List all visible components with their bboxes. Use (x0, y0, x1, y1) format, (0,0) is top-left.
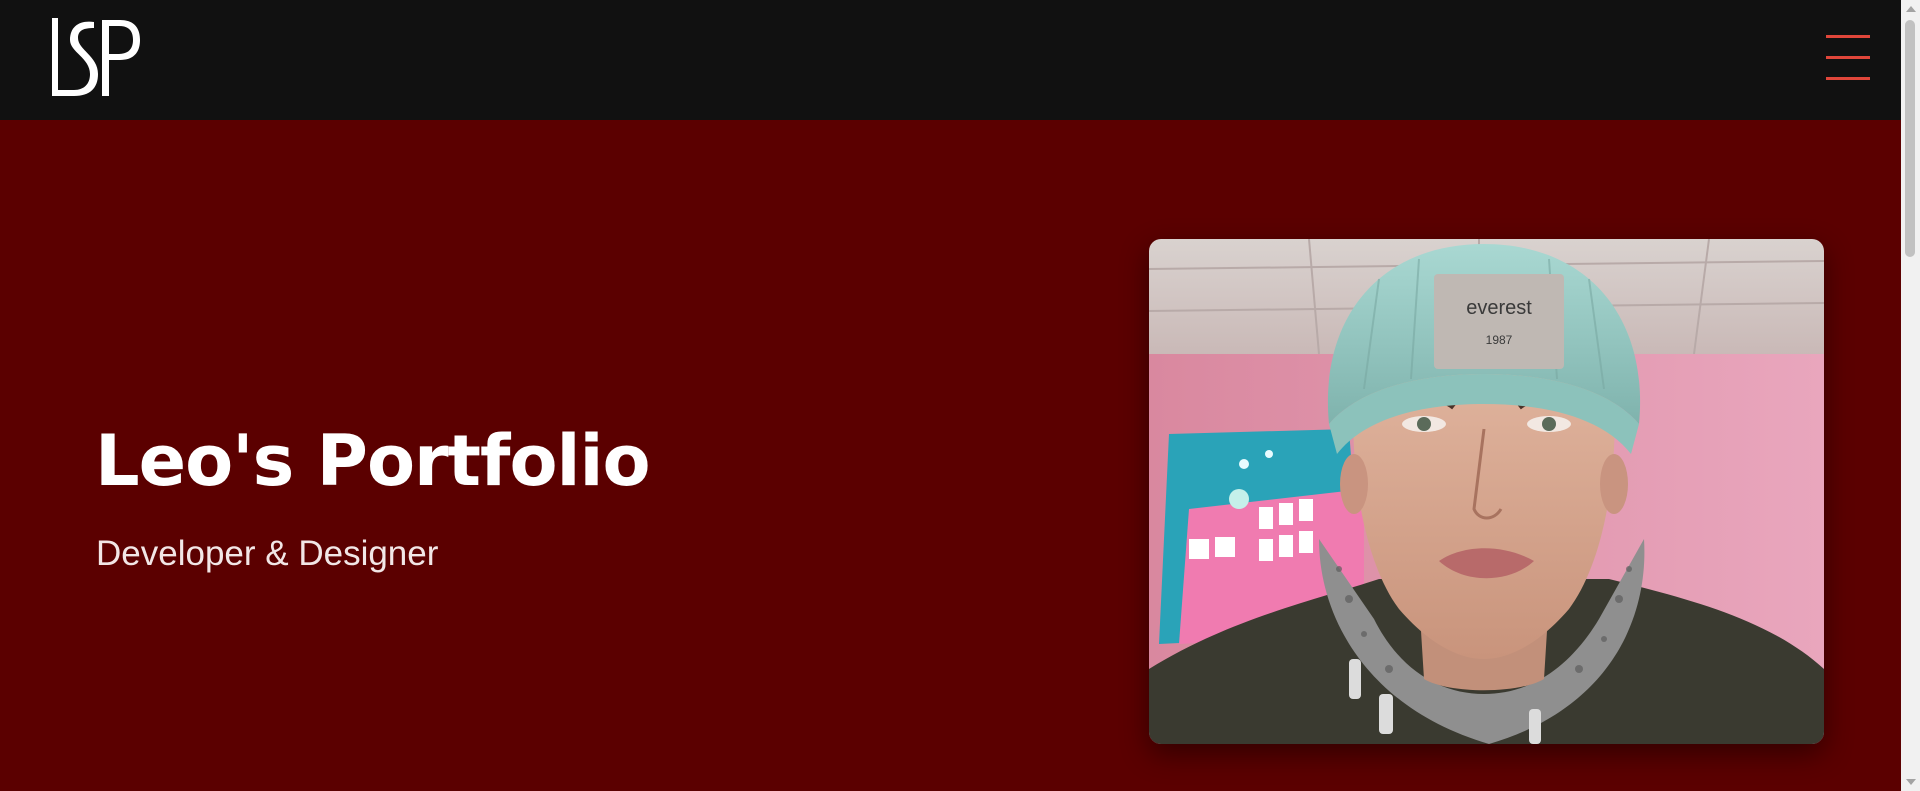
navbar (0, 0, 1901, 120)
hero-subtitle: Developer & Designer (96, 534, 439, 573)
hamburger-menu-icon-line-top (1826, 35, 1870, 38)
site-logo[interactable] (50, 18, 142, 96)
hamburger-menu-icon-line-bottom (1826, 77, 1870, 80)
page-scrollbar[interactable] (1901, 0, 1920, 791)
beanie-label-text: everest (1466, 297, 1532, 319)
scroll-up-arrow-icon[interactable] (1906, 6, 1916, 12)
hamburger-menu-icon-line-middle (1826, 56, 1870, 59)
beanie-label-year: 1987 (1486, 333, 1513, 347)
profile-photo: everest 1987 (1149, 239, 1824, 744)
scrollbar-thumb[interactable] (1905, 20, 1915, 257)
hero-title: Leo's Portfolio (95, 420, 651, 502)
menu-toggle-button[interactable] (1824, 32, 1872, 82)
hero-section: Leo's Portfolio Developer & Designer eve… (0, 120, 1901, 791)
scroll-down-arrow-icon[interactable] (1906, 779, 1916, 785)
